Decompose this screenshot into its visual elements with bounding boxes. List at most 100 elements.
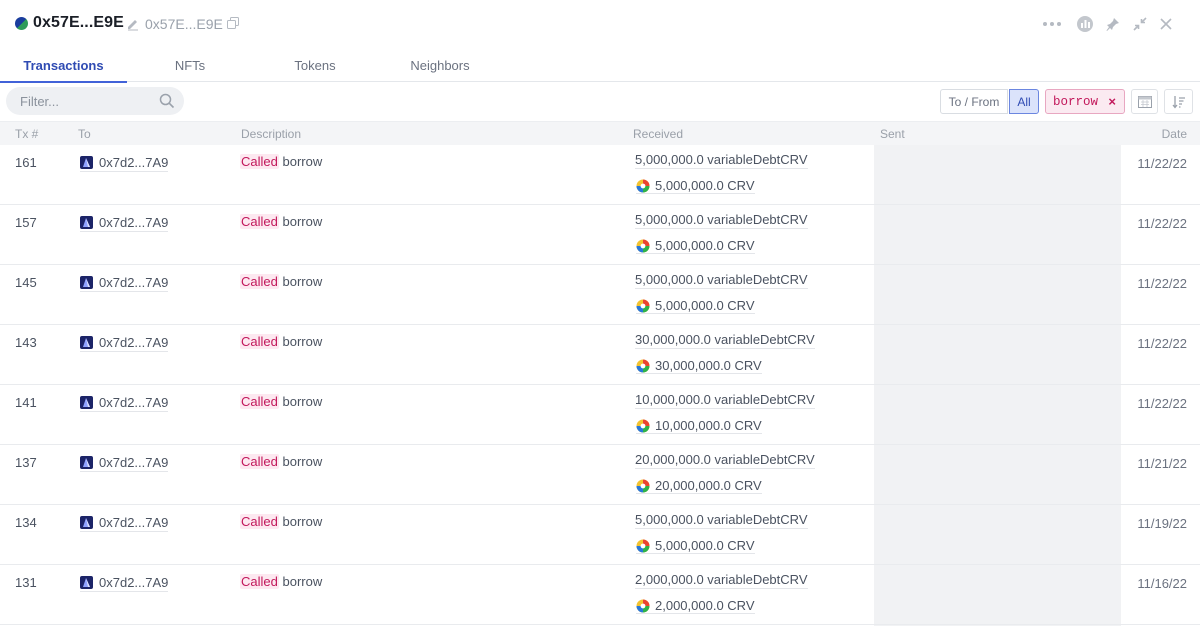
header-actions — [1040, 12, 1200, 36]
tx-date: 11/21/22 — [1137, 456, 1187, 471]
panel-header: 0x57E...E9E 0x57E...E9E — [0, 0, 1200, 48]
received-debt-token[interactable]: 5,000,000.0 variableDebtCRV — [635, 152, 808, 169]
table-row[interactable]: 145 0x7d2...7A9 Called borrow 5,000,000.… — [0, 265, 1200, 325]
calendar-button[interactable] — [1131, 89, 1158, 114]
crv-amount: 5,000,000.0 CRV — [655, 298, 755, 313]
description: Called borrow — [240, 394, 322, 409]
edit-icon[interactable] — [126, 17, 140, 31]
column-header-to[interactable]: To — [78, 127, 91, 141]
tab-transactions[interactable]: Transactions — [0, 48, 127, 83]
tab-neighbors[interactable]: Neighbors — [400, 48, 480, 82]
chip-label: borrow — [1053, 94, 1099, 109]
to-address-link[interactable]: 0x7d2...7A9 — [80, 514, 169, 532]
column-header-tx[interactable]: Tx # — [15, 127, 38, 141]
description: Called borrow — [240, 214, 322, 229]
tab-tokens[interactable]: Tokens — [275, 48, 355, 82]
to-from-toggle[interactable]: To / From — [940, 89, 1008, 114]
tx-number: 143 — [15, 335, 37, 350]
collapse-icon[interactable] — [1128, 12, 1152, 36]
called-badge: Called — [240, 214, 279, 229]
more-options-icon[interactable] — [1040, 12, 1064, 36]
received-debt-token[interactable]: 5,000,000.0 variableDebtCRV — [635, 512, 808, 529]
received-debt-token[interactable]: 20,000,000.0 variableDebtCRV — [635, 452, 815, 469]
close-icon[interactable] — [1154, 12, 1178, 36]
to-address-link[interactable]: 0x7d2...7A9 — [80, 454, 169, 472]
table-row[interactable]: 137 0x7d2...7A9 Called borrow 20,000,000… — [0, 445, 1200, 505]
received-debt-token[interactable]: 10,000,000.0 variableDebtCRV — [635, 392, 815, 409]
tx-number: 141 — [15, 395, 37, 410]
calendar-icon — [1137, 96, 1152, 108]
to-address-link[interactable]: 0x7d2...7A9 — [80, 394, 169, 412]
description: Called borrow — [240, 454, 322, 469]
crv-token-icon — [636, 479, 650, 492]
address-label: 0x57E...E9E — [145, 16, 223, 32]
tx-number: 134 — [15, 515, 37, 530]
method-name: borrow — [282, 574, 323, 589]
received-crv-token[interactable]: 10,000,000.0 CRV — [636, 418, 762, 434]
crv-amount: 10,000,000.0 CRV — [655, 418, 762, 433]
table-row[interactable]: 143 0x7d2...7A9 Called borrow 30,000,000… — [0, 325, 1200, 385]
filter-input[interactable] — [20, 87, 150, 115]
contract-logo-icon — [80, 276, 93, 289]
tx-number: 161 — [15, 155, 37, 170]
method-name: borrow — [282, 154, 323, 169]
chart-icon[interactable] — [1073, 12, 1097, 36]
table-row[interactable]: 134 0x7d2...7A9 Called borrow 5,000,000.… — [0, 505, 1200, 565]
filter-toolbar: To / From All borrow × — [0, 82, 1200, 121]
crv-amount: 30,000,000.0 CRV — [655, 358, 762, 373]
crv-amount: 5,000,000.0 CRV — [655, 238, 755, 253]
received-debt-token[interactable]: 30,000,000.0 variableDebtCRV — [635, 332, 815, 349]
contract-logo-icon — [80, 336, 93, 349]
tab-nfts[interactable]: NFTs — [150, 48, 230, 82]
received-crv-token[interactable]: 5,000,000.0 CRV — [636, 178, 755, 194]
to-address-link[interactable]: 0x7d2...7A9 — [80, 154, 169, 172]
tx-date: 11/22/22 — [1137, 276, 1187, 291]
description: Called borrow — [240, 574, 322, 589]
received-crv-token[interactable]: 5,000,000.0 CRV — [636, 298, 755, 314]
column-header-date[interactable]: Date — [1162, 127, 1187, 141]
to-address: 0x7d2...7A9 — [99, 575, 169, 590]
column-header-description[interactable]: Description — [241, 127, 301, 141]
to-address-link[interactable]: 0x7d2...7A9 — [80, 574, 169, 592]
received-debt-token[interactable]: 5,000,000.0 variableDebtCRV — [635, 272, 808, 289]
table-row[interactable]: 141 0x7d2...7A9 Called borrow 10,000,000… — [0, 385, 1200, 445]
pin-icon[interactable] — [1101, 12, 1125, 36]
received-crv-token[interactable]: 5,000,000.0 CRV — [636, 538, 755, 554]
tx-number: 157 — [15, 215, 37, 230]
to-address: 0x7d2...7A9 — [99, 155, 169, 170]
tx-date: 11/22/22 — [1137, 156, 1187, 171]
table-row[interactable]: 161 0x7d2...7A9 Called borrow 5,000,000.… — [0, 145, 1200, 205]
to-address: 0x7d2...7A9 — [99, 395, 169, 410]
chip-remove-icon[interactable]: × — [1108, 94, 1116, 109]
received-crv-token[interactable]: 30,000,000.0 CRV — [636, 358, 762, 374]
to-address-link[interactable]: 0x7d2...7A9 — [80, 334, 169, 352]
table-row[interactable]: 157 0x7d2...7A9 Called borrow 5,000,000.… — [0, 205, 1200, 265]
contract-logo-icon — [80, 576, 93, 589]
column-header-received[interactable]: Received — [633, 127, 683, 141]
method-name: borrow — [282, 514, 323, 529]
crv-token-icon — [636, 359, 650, 372]
tx-number: 137 — [15, 455, 37, 470]
contract-logo-icon — [80, 216, 93, 229]
tx-date: 11/22/22 — [1137, 396, 1187, 411]
to-address: 0x7d2...7A9 — [99, 335, 169, 350]
address-avatar-icon — [15, 17, 28, 30]
contract-logo-icon — [80, 156, 93, 169]
crv-amount: 20,000,000.0 CRV — [655, 478, 762, 493]
description: Called borrow — [240, 274, 322, 289]
received-debt-token[interactable]: 5,000,000.0 variableDebtCRV — [635, 212, 808, 229]
received-debt-token[interactable]: 2,000,000.0 variableDebtCRV — [635, 572, 808, 589]
table-header: Tx # To Description Received Sent Date — [0, 121, 1200, 145]
search-icon[interactable] — [159, 93, 175, 109]
all-toggle[interactable]: All — [1009, 89, 1039, 114]
column-header-sent[interactable]: Sent — [880, 127, 905, 141]
to-address-link[interactable]: 0x7d2...7A9 — [80, 214, 169, 232]
received-crv-token[interactable]: 20,000,000.0 CRV — [636, 478, 762, 494]
to-address-link[interactable]: 0x7d2...7A9 — [80, 274, 169, 292]
called-badge: Called — [240, 454, 279, 469]
received-crv-token[interactable]: 5,000,000.0 CRV — [636, 238, 755, 254]
copy-icon[interactable] — [227, 17, 239, 29]
table-row[interactable]: 131 0x7d2...7A9 Called borrow 2,000,000.… — [0, 565, 1200, 625]
received-crv-token[interactable]: 2,000,000.0 CRV — [636, 598, 755, 614]
sort-button[interactable] — [1164, 89, 1193, 114]
